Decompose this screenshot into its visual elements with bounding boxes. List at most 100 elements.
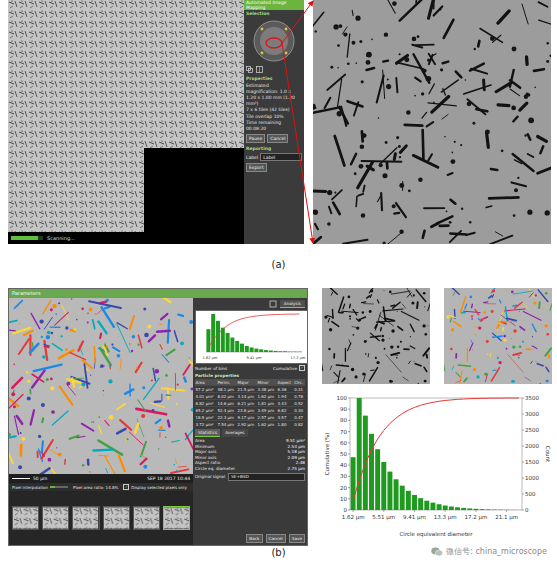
copy-icon[interactable]: [246, 66, 253, 73]
mini-bar: [278, 350, 282, 352]
table-cell: 3.49 μm: [257, 407, 277, 414]
checkbox[interactable]: ✓: [299, 365, 305, 371]
scale-row: 50 μmSEP 18 2017 10:44: [9, 474, 193, 483]
stat-tab[interactable]: Statistics: [195, 429, 220, 437]
thumbnail[interactable]: [133, 506, 160, 530]
table-cell: 8.02 μm: [217, 393, 237, 400]
label-input[interactable]: Label: [260, 153, 302, 161]
left-tick: 60: [340, 440, 347, 446]
export-row: Export: [244, 161, 304, 174]
side-button[interactable]: Pause: [246, 134, 265, 143]
table-row[interactable]: 57.2 μm²48.1 μm21.5 μm3.38 μm6.360.31: [195, 386, 305, 393]
table-cell: 2.92 μm: [237, 421, 257, 428]
x-tick: 1.62 μm: [342, 514, 365, 521]
left-tick: 0: [344, 507, 348, 513]
table-cell: 8.82 μm²: [195, 400, 217, 407]
table-row[interactable]: 3.72 μm²7.54 μm2.92 μm1.62 μm1.800.82: [195, 421, 305, 428]
thumbnail[interactable]: [103, 506, 130, 530]
table-cell: 1.94: [277, 393, 294, 400]
histogram-bar: [443, 506, 448, 510]
analysis-panel: Analysis1.62 μm9.41 μm17.2 μmNumber of b…: [193, 298, 307, 545]
stage-selection-icon[interactable]: [244, 18, 304, 64]
bins-label: Number of bins: [195, 366, 227, 371]
tool-row: [244, 64, 304, 75]
table-cell: 3.57: [277, 414, 294, 421]
left-tick: 80: [340, 417, 347, 423]
size-histogram: 0102030405060708090100050010001500200025…: [322, 392, 552, 542]
mini-histogram: 1.62 μm9.41 μm17.2 μm: [195, 310, 307, 364]
grid-icon[interactable]: [256, 66, 263, 73]
table-cell: 23.8 μm: [237, 407, 257, 414]
mini-bar: [269, 350, 273, 352]
histogram-bar: [480, 509, 485, 511]
left-tick: 30: [340, 473, 347, 479]
mini-cumulative-line: [208, 314, 299, 348]
particle-table: AreaPerim.MajorMinorAspectCirc.57.2 μm²4…: [195, 379, 305, 427]
stat-tabs: StatisticsAverages: [195, 429, 305, 437]
x-tick: 13.3 μm: [434, 514, 457, 521]
settings-row: Pixel interpolationPixel area ratio: 14.…: [9, 483, 193, 491]
right-tick: 2000: [525, 443, 539, 449]
setting-label: Pixel area ratio: 14.8%: [73, 485, 118, 490]
bins-row: Number of bins Cumulative✓: [195, 365, 305, 371]
histogram-bar: [449, 506, 454, 510]
right-tick: 1500: [525, 459, 539, 465]
thumbnail[interactable]: [163, 506, 190, 530]
table-cell: 3.14 μm: [237, 393, 257, 400]
histogram-bar: [394, 479, 399, 510]
cumulative-toggle[interactable]: Cumulative✓: [273, 365, 305, 371]
x-axis-title: Circle equivalent diameter: [400, 531, 474, 538]
wechat-icon: [431, 547, 443, 557]
dialog-button[interactable]: Save: [289, 534, 305, 543]
checkbox[interactable]: ✓: [123, 484, 129, 490]
dialog-button[interactable]: Back: [246, 534, 262, 543]
table-row[interactable]: 4.01 μm²8.02 μm3.14 μm1.62 μm1.940.78: [195, 393, 305, 400]
button-row: Back CancelSave: [195, 534, 305, 543]
export-button[interactable]: Export: [246, 163, 267, 172]
results-column: 0102030405060708090100050010001500200025…: [322, 284, 552, 546]
histogram-bar: [387, 472, 392, 510]
stat-tab[interactable]: Averages: [222, 429, 247, 437]
histogram-bar: [430, 503, 435, 510]
table-cell: 0.78: [294, 393, 305, 400]
x-tick: 9.41 μm: [403, 514, 426, 521]
histogram-bar: [406, 491, 411, 510]
cumulative-line: [353, 398, 519, 500]
mini-bar: [211, 314, 215, 352]
stat-row: Area9.51 μm²: [195, 438, 305, 444]
section-label: Selection: [244, 10, 304, 18]
mini-bar: [283, 350, 287, 352]
dialog-button[interactable]: Cancel: [266, 534, 286, 543]
thumbnail[interactable]: [12, 506, 39, 530]
table-row[interactable]: 18.5 μm²22.3 μm9.17 μm2.57 μm3.570.47: [195, 414, 305, 421]
right-tick: 1000: [525, 475, 539, 481]
table-cell: 3.43: [277, 400, 294, 407]
left-tick: 10: [340, 496, 347, 502]
table-cell: 3.72 μm²: [195, 421, 217, 428]
mini-bar: [264, 350, 268, 352]
table-cell: 1.62 μm: [257, 393, 277, 400]
signal-select[interactable]: SE+BSD: [228, 473, 305, 481]
histogram-bar: [351, 457, 356, 510]
histogram-bar: [492, 509, 497, 510]
analysis-tab[interactable]: Analysis: [280, 300, 305, 308]
side-button[interactable]: Cancel: [267, 134, 288, 143]
table-cell: 22.3 μm: [217, 414, 237, 421]
table-row[interactable]: 8.82 μm²14.6 μm6.21 μm1.81 μm3.430.52: [195, 400, 305, 407]
right-tick: 500: [525, 491, 536, 497]
stat-row: Circle eq. diameter2.75 μm: [195, 466, 305, 472]
right-tick: 2500: [525, 427, 539, 433]
left-tick: 90: [340, 406, 347, 412]
right-tick: 3000: [525, 411, 539, 417]
caption-a-row: (a): [0, 244, 557, 284]
thumbnail[interactable]: [42, 506, 69, 530]
thumbnail[interactable]: [72, 506, 99, 530]
table-cell: 57.2 μm²: [195, 386, 217, 393]
table-row[interactable]: 65.2 μm²52.4 μm23.8 μm3.49 μm6.820.30: [195, 407, 305, 414]
slider[interactable]: [50, 486, 68, 488]
table-cell: 0.31: [294, 386, 305, 393]
x-tick: 21.1 μm: [495, 514, 518, 521]
stat-row: Minimum2.53 μm: [195, 444, 305, 450]
colored-particles: [444, 288, 552, 384]
layers-icon[interactable]: [269, 300, 277, 308]
